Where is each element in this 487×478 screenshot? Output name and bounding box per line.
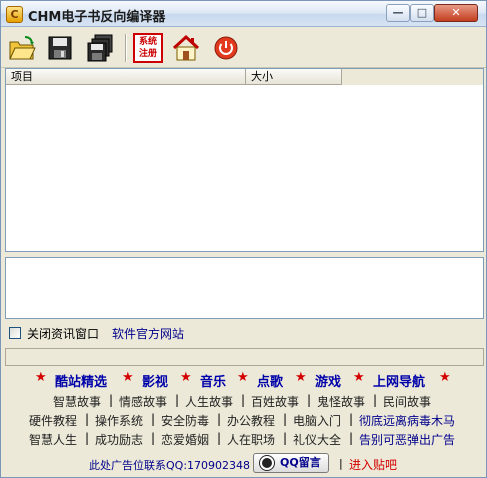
ad-separator: | <box>217 431 222 445</box>
stamp-line-2: 注册 <box>138 49 157 59</box>
ad-category-games[interactable]: 游戏 <box>315 371 341 390</box>
ad-separator: | <box>349 431 354 445</box>
qq-penguin-icon <box>260 456 274 470</box>
info-panel[interactable] <box>5 257 484 319</box>
toolbar-separator <box>125 34 127 62</box>
title-bar[interactable]: C CHM电子书反向编译器 — □ ✕ <box>1 1 486 27</box>
item-list[interactable]: 项目 大小 <box>5 68 484 252</box>
ad-link[interactable]: 智慧故事 <box>53 393 101 410</box>
ad-link[interactable]: 人生故事 <box>185 393 233 410</box>
close-button[interactable]: ✕ <box>434 4 478 22</box>
ad-link[interactable]: 硬件教程 <box>29 412 77 429</box>
ad-separator: | <box>151 412 156 426</box>
column-header-item[interactable]: 项目 <box>6 69 246 85</box>
ad-category-music[interactable]: 音乐 <box>200 371 226 390</box>
star-icon: ★ <box>237 370 249 385</box>
ad-separator: | <box>85 431 90 445</box>
ad-link[interactable]: 百姓故事 <box>251 393 299 410</box>
ad-link[interactable]: 电脑入门 <box>293 412 341 429</box>
ad-link[interactable]: 办公教程 <box>227 412 275 429</box>
ad-row-2: 硬件教程 | 操作系统 | 安全防毒 | 办公教程 | 电脑入门 | 彻底远离病… <box>5 412 484 430</box>
ad-link[interactable]: 情感故事 <box>119 393 167 410</box>
ad-separator: | <box>175 393 180 407</box>
star-icon: ★ <box>353 370 365 385</box>
save-all-icon[interactable] <box>85 33 115 63</box>
ad-separator: | <box>307 393 312 407</box>
ad-category-cool-sites[interactable]: 酷站精选 <box>55 371 107 390</box>
status-bar <box>5 348 484 366</box>
ad-link[interactable]: 操作系统 <box>95 412 143 429</box>
ad-category-movies[interactable]: 影视 <box>142 371 168 390</box>
qq-message-label: QQ留言 <box>280 456 321 469</box>
star-icon: ★ <box>35 370 47 385</box>
ad-contact-text: 此处广告位联系QQ:170902348 <box>89 459 251 472</box>
app-icon: C <box>6 6 23 23</box>
ad-separator: | <box>217 412 222 426</box>
ad-link[interactable]: 安全防毒 <box>161 412 209 429</box>
ad-separator: | <box>283 412 288 426</box>
ad-row-3: 智慧人生 | 成功励志 | 恋爱婚姻 | 人在职场 | 礼仪大全 | 告别可恶弹… <box>5 431 484 449</box>
ad-link[interactable]: 人在职场 <box>227 431 275 448</box>
ad-link[interactable]: 恋爱婚姻 <box>161 431 209 448</box>
open-folder-icon[interactable] <box>7 33 37 63</box>
ad-separator: | <box>349 412 354 426</box>
maximize-button[interactable]: □ <box>410 4 434 22</box>
minimize-button[interactable]: — <box>386 4 410 22</box>
official-site-link[interactable]: 软件官方网站 <box>112 325 184 342</box>
close-info-checkbox[interactable] <box>9 327 21 339</box>
column-header-size[interactable]: 大小 <box>246 69 342 85</box>
ad-separator: | <box>85 412 90 426</box>
ad-separator: | <box>339 457 343 470</box>
star-icon: ★ <box>122 370 134 385</box>
ad-separator: | <box>241 393 246 407</box>
toolbar: 系统 注册 <box>1 28 486 68</box>
forum-link[interactable]: 进入贴吧 <box>349 456 397 473</box>
qq-message-button[interactable]: QQ留言 <box>253 453 329 473</box>
star-icon: ★ <box>180 370 192 385</box>
list-header: 项目 大小 <box>6 69 483 85</box>
ad-link[interactable]: 民间故事 <box>383 393 431 410</box>
window-title: CHM电子书反向编译器 <box>28 10 166 25</box>
ad-category-navigation[interactable]: 上网导航 <box>373 371 425 390</box>
ad-contact-line: 此处广告位联系QQ:170902348 QQ留言 | 进入贴吧 <box>5 453 484 475</box>
ad-separator: | <box>373 393 378 407</box>
ad-categories: ★ 酷站精选 ★ 影视 ★ 音乐 ★ 点歌 ★ 游戏 ★ 上网导航 ★ <box>5 369 484 390</box>
stamp-line-1: 系统 <box>138 37 157 47</box>
save-icon[interactable] <box>45 33 75 63</box>
ad-separator: | <box>109 393 114 407</box>
ad-link[interactable]: 鬼怪故事 <box>317 393 365 410</box>
ad-link[interactable]: 成功励志 <box>95 431 143 448</box>
ad-row-1: 智慧故事 | 情感故事 | 人生故事 | 百姓故事 | 鬼怪故事 | 民间故事 <box>5 393 484 411</box>
ad-separator: | <box>283 431 288 445</box>
close-info-label[interactable]: 关闭资讯窗口 <box>27 325 99 342</box>
ad-category-song-request[interactable]: 点歌 <box>257 371 283 390</box>
ad-link-popup-blocker[interactable]: 告别可恶弹出广告 <box>359 431 455 448</box>
home-icon[interactable] <box>171 33 201 63</box>
ad-separator: | <box>151 431 156 445</box>
ad-link[interactable]: 智慧人生 <box>29 431 77 448</box>
power-icon[interactable] <box>211 33 241 63</box>
star-icon: ★ <box>295 370 307 385</box>
star-icon: ★ <box>439 370 451 385</box>
ad-link[interactable]: 礼仪大全 <box>293 431 341 448</box>
ad-panel: ★ 酷站精选 ★ 影视 ★ 音乐 ★ 点歌 ★ 游戏 ★ 上网导航 ★ 智慧故事… <box>5 367 484 475</box>
ad-link-antivirus[interactable]: 彻底远离病毒木马 <box>359 412 455 429</box>
main-window: C CHM电子书反向编译器 — □ ✕ 系统 注册 项目 大小 关闭资讯窗口 软… <box>0 0 487 478</box>
system-register-stamp[interactable]: 系统 注册 <box>133 33 163 63</box>
